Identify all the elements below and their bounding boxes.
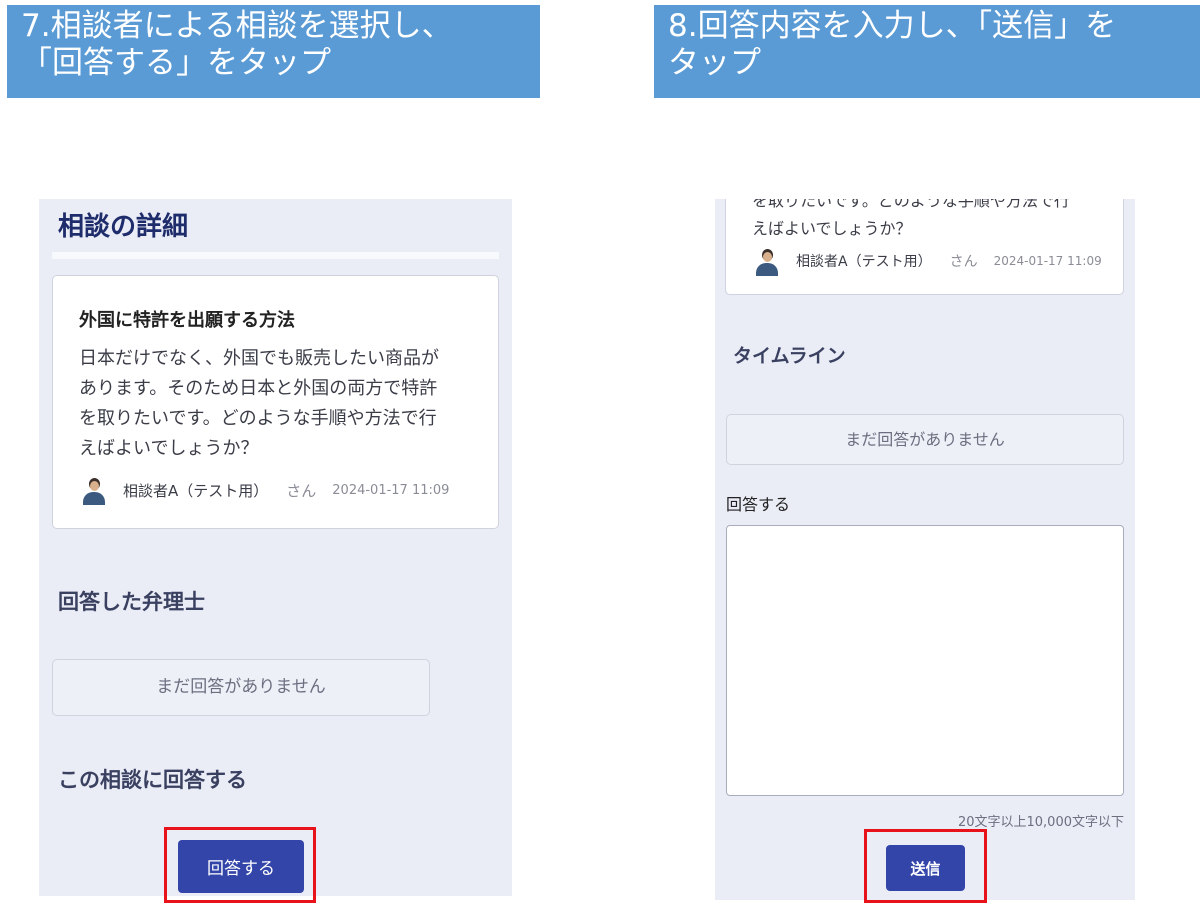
step-8-line-2: タップ: [668, 45, 761, 81]
question-body-line: 日本だけでなく、外国でも販売したい商品が: [79, 348, 439, 369]
char-limit-hint: 20文字以上10,000文字以下: [957, 815, 1124, 830]
post-date: 2024-01-17 11:09: [993, 254, 1102, 268]
answer-label: 回答する: [726, 495, 791, 514]
question-card[interactable]: を取りたいです。どのような手順や方法で行 えばよいでしょうか？ 相談者A（テスト…: [725, 199, 1124, 295]
author-suffix: さん: [949, 254, 978, 270]
answered-lawyers-heading: 回答した弁理士: [58, 590, 205, 614]
reply-button-highlight: [164, 827, 316, 903]
step-7-line-1: 7.相談者による相談を選択し、: [21, 8, 453, 44]
reply-heading: この相談に回答する: [58, 768, 247, 792]
question-body-line: あります。そのため日本と外国の両方で特許: [79, 378, 438, 399]
author-name: 相談者A（テスト用）: [123, 481, 269, 500]
no-answer-box: まだ回答がありません: [52, 659, 430, 716]
timeline-heading: タイムライン: [733, 345, 846, 367]
author-name: 相談者A（テスト用）: [796, 254, 932, 270]
step-7-line-2: 「回答する」をタップ: [21, 45, 331, 81]
left-screen: 相談の詳細 外国に特許を出願する方法 日本だけでなく、外国でも販売したい商品が …: [39, 199, 512, 896]
question-body-line: を取りたいです。どのような手順や方法で行: [79, 408, 437, 429]
send-button-highlight: [864, 829, 987, 903]
question-body-last: えばよいでしょうか？: [752, 219, 912, 238]
no-answer-box: まだ回答がありません: [726, 414, 1124, 465]
step-8-banner: 8.回答内容を入力し、「送信」を タップ: [654, 5, 1200, 98]
author-row: 相談者A（テスト用） さん 2024-01-17 11:09: [79, 475, 449, 505]
question-body: 日本だけでなく、外国でも販売したい商品が あります。そのため日本と外国の両方で特…: [79, 344, 489, 464]
page-title: 相談の詳細: [58, 212, 189, 242]
answer-textarea[interactable]: [726, 525, 1124, 796]
step-7-banner: 7.相談者による相談を選択し、 「回答する」をタップ: [7, 5, 540, 98]
step-8-line-1: 8.回答内容を入力し、「送信」を: [668, 8, 1117, 44]
author-suffix: さん: [286, 481, 317, 500]
question-body-line: えばよいでしょうか？: [79, 438, 259, 459]
right-screen: を取りたいです。どのような手順や方法で行 えばよいでしょうか？ 相談者A（テスト…: [715, 199, 1135, 900]
avatar: [752, 246, 782, 276]
question-card[interactable]: 外国に特許を出願する方法 日本だけでなく、外国でも販売したい商品が あります。そ…: [52, 275, 499, 529]
title-divider: [52, 252, 499, 259]
avatar: [79, 475, 109, 505]
question-title: 外国に特許を出願する方法: [79, 310, 295, 331]
author-row: 相談者A（テスト用） さん 2024-01-17 11:09: [752, 246, 1102, 276]
post-date: 2024-01-17 11:09: [332, 482, 450, 498]
